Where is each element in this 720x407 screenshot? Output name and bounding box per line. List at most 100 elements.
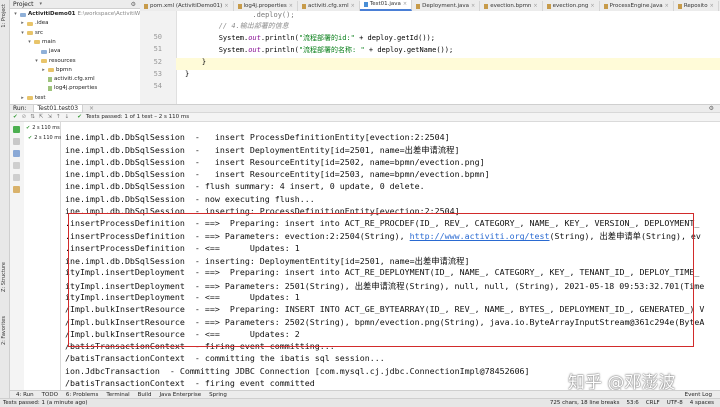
project-tree-item[interactable]: ▾ main [27, 38, 56, 47]
chevron-right-icon[interactable]: ▸ [20, 94, 25, 103]
bottom-tool-tab[interactable]: Java Enterprise [159, 392, 201, 398]
code-comment: // 4.输出部署的信息 [185, 22, 289, 30]
chevron-right-icon[interactable]: ▸ [41, 66, 46, 75]
editor-tab-label: Reposito [683, 3, 708, 9]
project-tree-item[interactable]: ▸ test [20, 94, 45, 103]
pin-icon[interactable] [13, 186, 20, 193]
left-tool-strip: 1: Project Z: Structure 2: Favorites [0, 0, 10, 407]
console-line: ine.impl.db.DbSqlSession - flush summary… [65, 181, 425, 192]
project-tree-item[interactable]: ▸ .idea [20, 19, 48, 28]
check-icon[interactable]: ✔ [13, 114, 18, 120]
status-encoding[interactable]: UTF-8 [667, 400, 683, 406]
editor-tab[interactable]: activiti.cfg.xml × [298, 1, 360, 11]
bottom-tool-tab[interactable]: TODO [42, 392, 58, 398]
project-tree-item[interactable]: ▾ ActivitiDemo01 E:\workspace\ActivitiWork… [13, 10, 160, 19]
editor-tab[interactable]: ProcessEngine.java × [600, 1, 674, 11]
folder-icon [27, 96, 33, 101]
project-tree-item[interactable]: ▸ bpmn [41, 66, 72, 75]
close-icon[interactable]: × [665, 1, 669, 11]
console-line: ine.impl.db.DbSqlSession - insert Proces… [65, 132, 450, 142]
toggle-icon[interactable] [13, 150, 20, 157]
test-tree-item[interactable]: ✔ 2 s 110 ms [26, 124, 60, 133]
test-status-check-icon: ✔ [77, 114, 82, 120]
close-icon[interactable]: × [89, 105, 94, 112]
status-line-separator[interactable]: CRLF [646, 400, 660, 406]
file-icon [416, 3, 421, 9]
close-icon[interactable]: × [289, 1, 293, 11]
file-icon [363, 1, 368, 7]
test-time-label: 2 s 110 ms [34, 135, 62, 141]
close-icon[interactable]: × [710, 1, 714, 11]
test-tree-item[interactable]: ✔ 2 s 110 ms [28, 134, 62, 143]
chevron-down-icon[interactable]: ▾ [27, 38, 32, 47]
close-icon[interactable]: × [471, 1, 475, 11]
project-tree-item[interactable]: log4j.properties [41, 84, 97, 93]
line-number: 54 [153, 82, 162, 91]
sort-icon[interactable]: ⇅ [30, 114, 35, 120]
status-indent[interactable]: 4 spaces [690, 400, 714, 406]
event-log-tab[interactable]: Event Log [685, 392, 712, 398]
folder-icon [27, 21, 33, 26]
editor-tab[interactable]: evection.png × [543, 1, 600, 11]
chevron-down-icon[interactable]: ▾ [20, 29, 25, 38]
status-caret-position[interactable]: 53:6 [626, 400, 638, 406]
code-line-close-class: } [185, 70, 190, 78]
editor-tab-label: evection.bpmn [490, 3, 532, 9]
project-panel-header: Project ▾ ⚙ [10, 0, 140, 9]
project-header-label[interactable]: Project [13, 1, 34, 8]
line-number: 50 [153, 33, 162, 41]
editor-tab[interactable]: pom.xml (ActivitiDemo01) × [140, 1, 234, 11]
bottom-tool-tab[interactable]: 4: Run [16, 392, 34, 398]
chevron-down-icon[interactable]: ▾ [34, 57, 39, 66]
editor-tab[interactable]: Deployment.java × [412, 1, 481, 11]
project-tree-item[interactable]: activiti.cfg.xml [41, 75, 95, 84]
run-side-actions [10, 122, 25, 390]
console-line: ine.impl.db.DbSqlSession - insert Resour… [65, 168, 490, 179]
run-toolbar: ✔ ⊘ ⇅ ⇱ ⇲ ↑ ↓ ✔ Tests passed: 1 of 1 tes… [10, 113, 720, 122]
rerun-icon[interactable] [13, 126, 20, 133]
down-arrow-icon[interactable]: ↓ [65, 114, 70, 120]
project-tool-tab[interactable]: 1: Project [1, 4, 7, 28]
chevron-right-icon[interactable]: ▸ [20, 19, 25, 28]
project-tree-label: bpmn [56, 66, 72, 73]
bottom-tool-tab[interactable]: Terminal [106, 392, 129, 398]
up-arrow-icon[interactable]: ↑ [56, 114, 61, 120]
expand-icon[interactable]: ⇱ [39, 114, 44, 120]
test-time-label: 2 s 110 ms [32, 125, 60, 131]
stop-run-icon[interactable] [13, 138, 20, 145]
editor-tab[interactable]: evection.bpmn × [480, 1, 543, 11]
favorites-tool-tab[interactable]: 2: Favorites [1, 316, 7, 345]
file-icon [237, 3, 242, 9]
project-tree-item[interactable]: ▾ src [20, 29, 43, 38]
file-icon [677, 3, 682, 9]
bottom-tool-tab[interactable]: 6: Problems [66, 392, 98, 398]
export-icon[interactable] [13, 174, 20, 181]
project-tree-item[interactable]: java [34, 47, 61, 56]
test-status-text: Tests passed: 1 of 1 test – 2 s 110 ms [85, 114, 190, 120]
folder-icon [20, 12, 26, 17]
history-icon[interactable] [13, 162, 20, 169]
folder-icon [41, 59, 47, 63]
collapse-icon[interactable]: ⇲ [47, 114, 52, 120]
run-config-tab[interactable]: Test01.test03 [32, 104, 84, 113]
editor-tab[interactable]: Test01.java × [359, 0, 413, 11]
editor-tab[interactable]: log4j.properties × [234, 1, 298, 11]
chevron-down-icon[interactable]: ▾ [40, 1, 43, 7]
close-icon[interactable]: × [224, 1, 228, 11]
console-line: ine.impl.db.DbSqlSession - now executing… [65, 193, 315, 204]
editor-tab[interactable]: Reposito × [674, 1, 719, 11]
stop-icon[interactable]: ⊘ [22, 114, 27, 120]
code-editor[interactable]: 50 51 52 53 54 .deploy(); // 4.输出部署的信息 Syste… [140, 11, 720, 104]
bottom-tool-tab[interactable]: Build [138, 392, 152, 398]
settings-icon[interactable]: ⚙ [709, 105, 714, 112]
close-icon[interactable]: × [403, 0, 407, 9]
close-icon[interactable]: × [351, 1, 355, 11]
chevron-down-icon[interactable]: ▾ [13, 10, 18, 19]
bottom-tool-tab[interactable]: Spring [209, 392, 227, 398]
close-icon[interactable]: × [590, 1, 594, 11]
project-tree-item[interactable]: ▾ resources [34, 57, 75, 66]
close-icon[interactable]: × [533, 1, 537, 11]
settings-icon[interactable]: ⚙ [131, 1, 136, 8]
structure-tool-tab[interactable]: Z: Structure [1, 262, 7, 292]
project-tree-label: main [42, 38, 56, 45]
